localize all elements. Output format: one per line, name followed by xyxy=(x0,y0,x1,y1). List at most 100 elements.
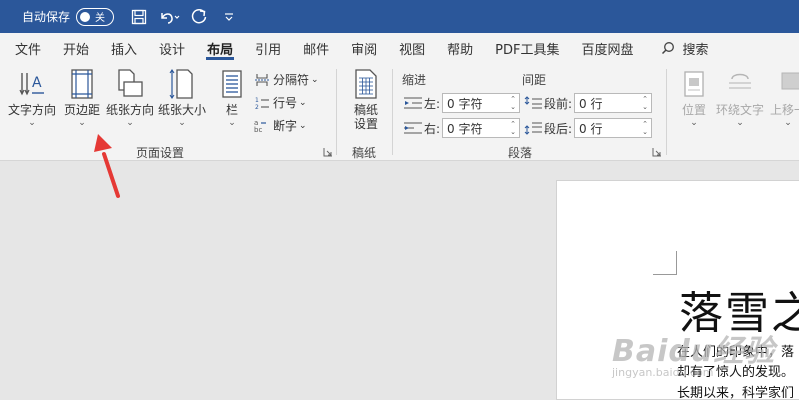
svg-text:bc: bc xyxy=(254,126,262,133)
chevron-down-icon: ⌄ xyxy=(690,118,698,128)
svg-text:1: 1 xyxy=(255,97,259,104)
manuscript-settings-button[interactable]: 稿纸 设置 xyxy=(352,67,380,131)
tab-baidu-netdisk[interactable]: 百度网盘 xyxy=(572,33,642,63)
spacing-after-value: 0 行 xyxy=(579,121,603,136)
spacing-after-row: 段后: 0 行 ⌃ ⌄ xyxy=(524,118,653,138)
text-direction-button[interactable]: A 文字方向 ⌄ xyxy=(8,67,56,129)
ribbon-tab-bar: 文件 开始 插入 设计 布局 引用 邮件 审阅 视图 帮助 PDF工具集 百度网… xyxy=(0,33,799,63)
chevron-down-icon: ⌄ xyxy=(126,118,134,128)
chevron-down-icon: ⌄ xyxy=(784,118,792,128)
spacing-after-icon xyxy=(524,121,542,135)
spacing-before-value: 0 行 xyxy=(579,96,603,111)
size-label: 纸张大小 xyxy=(158,103,207,117)
spacing-after-label: 段后: xyxy=(544,121,573,136)
paragraph-launcher-icon[interactable] xyxy=(652,147,662,157)
autosave-toggle[interactable]: 关 xyxy=(76,7,115,26)
tab-view[interactable]: 视图 xyxy=(390,33,434,63)
tab-references[interactable]: 引用 xyxy=(246,33,290,63)
text-direction-icon: A xyxy=(18,67,46,101)
tab-file[interactable]: 文件 xyxy=(6,33,50,63)
indent-title: 缩进 xyxy=(402,73,427,87)
position-label: 位置 xyxy=(681,103,706,117)
bring-forward-icon xyxy=(774,67,799,101)
title-bar: 自动保存 关 xyxy=(0,0,799,33)
chevron-down-icon: ⌄ xyxy=(311,74,319,85)
columns-button[interactable]: 栏 ⌄ xyxy=(218,67,246,129)
autosave-label: 自动保存 xyxy=(22,10,71,24)
bring-forward-button[interactable]: 上移一 ⌄ xyxy=(770,67,799,129)
manuscript-settings-label-2: 设置 xyxy=(353,117,378,131)
indent-right-label: 右: xyxy=(424,121,441,136)
paper-size-icon xyxy=(168,67,196,101)
breaks-button[interactable]: 分隔符 ⌄ xyxy=(254,71,319,88)
spinner-arrows-icon[interactable]: ⌃ ⌄ xyxy=(639,119,651,137)
svg-text:2: 2 xyxy=(255,104,259,110)
margins-label: 页边距 xyxy=(64,103,101,117)
indent-left-label: 左: xyxy=(424,96,441,111)
margins-button[interactable]: 页边距 ⌄ xyxy=(64,67,100,129)
customize-quick-access-icon[interactable] xyxy=(218,6,240,28)
redo-icon[interactable] xyxy=(188,6,210,28)
tab-home[interactable]: 开始 xyxy=(54,33,98,63)
tab-pdf-tools[interactable]: PDF工具集 xyxy=(486,33,568,63)
red-arrow-icon xyxy=(94,134,120,198)
orientation-label: 纸张方向 xyxy=(106,103,155,117)
spacing-title: 间距 xyxy=(522,73,547,87)
svg-text:A: A xyxy=(32,75,42,91)
spinner-arrows-icon[interactable]: ⌃ ⌄ xyxy=(507,94,519,112)
wrap-text-button[interactable]: 环绕文字 ⌄ xyxy=(716,67,764,129)
undo-icon[interactable] xyxy=(158,6,180,28)
line-numbers-button[interactable]: 12 行号 ⌄ xyxy=(254,94,307,111)
indent-left-icon xyxy=(404,96,422,110)
tab-help[interactable]: 帮助 xyxy=(438,33,482,63)
indent-right-value: 0 字符 xyxy=(447,121,483,136)
tab-design[interactable]: 设计 xyxy=(150,33,194,63)
search-label: 搜索 xyxy=(682,42,709,58)
spinner-arrows-icon[interactable]: ⌃ ⌄ xyxy=(507,119,519,137)
text-direction-label: 文字方向 xyxy=(8,103,57,117)
orientation-button[interactable]: 纸张方向 ⌄ xyxy=(106,67,154,129)
chevron-down-icon: ⌄ xyxy=(178,118,186,128)
indent-right-input[interactable]: 0 字符 ⌃ ⌄ xyxy=(442,118,521,138)
chevron-down-icon: ⌄ xyxy=(736,118,744,128)
columns-icon xyxy=(218,67,246,101)
manuscript-settings-label-1: 稿纸 xyxy=(353,103,378,117)
wrap-text-label: 环绕文字 xyxy=(716,103,765,117)
group-separator xyxy=(666,69,667,155)
indent-left-value: 0 字符 xyxy=(447,96,483,111)
group-label-paragraph: 段落 xyxy=(508,146,533,160)
bring-forward-label: 上移一 xyxy=(770,103,799,117)
wrap-text-icon xyxy=(726,67,754,101)
indent-right-icon xyxy=(404,121,422,135)
spinner-arrows-icon[interactable]: ⌃ ⌄ xyxy=(639,94,651,112)
tab-insert[interactable]: 插入 xyxy=(102,33,146,63)
document-line: 长期以来，科学家们 xyxy=(677,386,795,400)
page-setup-launcher-icon[interactable] xyxy=(323,147,333,157)
breaks-icon xyxy=(254,73,270,87)
size-button[interactable]: 纸张大小 ⌄ xyxy=(158,67,206,129)
chevron-down-icon: ⌄ xyxy=(299,97,307,108)
spacing-after-input[interactable]: 0 行 ⌃ ⌄ xyxy=(574,118,653,138)
search-box[interactable]: 搜索 xyxy=(661,39,709,58)
margin-corner-mark xyxy=(653,251,677,275)
indent-left-row: 左: 0 字符 ⌃ ⌄ xyxy=(404,93,521,113)
spacing-before-input[interactable]: 0 行 ⌃ ⌄ xyxy=(574,93,653,113)
orientation-icon xyxy=(116,67,144,101)
position-button[interactable]: 位置 ⌄ xyxy=(680,67,708,129)
hyphenation-icon: a bc xyxy=(254,119,270,133)
line-numbers-label: 行号 xyxy=(273,96,298,110)
autosave-state: 关 xyxy=(95,13,106,24)
tab-mailings[interactable]: 邮件 xyxy=(294,33,338,63)
hyphenation-label: 断字 xyxy=(273,119,298,133)
margins-icon xyxy=(68,67,96,101)
save-icon[interactable] xyxy=(128,6,150,28)
spacing-before-icon xyxy=(524,96,542,110)
breaks-label: 分隔符 xyxy=(273,73,310,87)
hyphenation-button[interactable]: a bc 断字 ⌄ xyxy=(254,117,307,134)
indent-left-input[interactable]: 0 字符 ⌃ ⌄ xyxy=(442,93,521,113)
manuscript-icon xyxy=(352,67,380,101)
search-icon xyxy=(661,42,674,55)
tab-layout[interactable]: 布局 xyxy=(198,33,242,63)
tab-review[interactable]: 审阅 xyxy=(342,33,386,63)
group-label-manuscript: 稿纸 xyxy=(352,146,377,160)
